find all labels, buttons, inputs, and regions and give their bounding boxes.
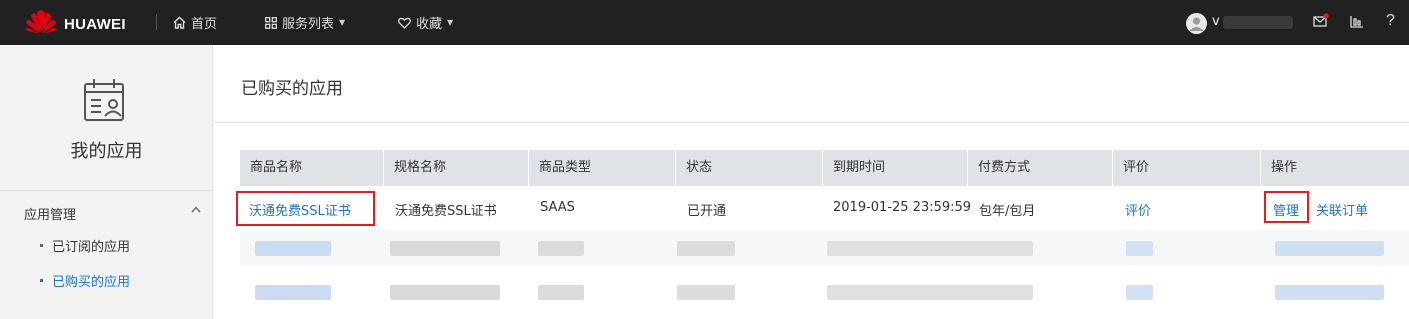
- caret-down-icon: ▼: [339, 18, 346, 27]
- bullet-dot: [40, 279, 43, 282]
- payment-method: 包年/包月: [979, 204, 1036, 219]
- sidebar-item-label: 已购买的应用: [52, 275, 131, 290]
- chevron-up-icon[interactable]: [191, 203, 201, 216]
- redacted-cell: [255, 241, 331, 256]
- redacted-cell: [677, 285, 735, 300]
- table-row-redacted: [240, 266, 1409, 318]
- user-avatar[interactable]: [1186, 13, 1207, 34]
- redacted-cell: [1126, 285, 1153, 300]
- expiry-time: 2019-01-25 23:59:59: [833, 200, 972, 215]
- sidebar-item-subscribed-apps[interactable]: 已订阅的应用: [40, 236, 130, 255]
- app-document-icon: [81, 76, 129, 128]
- product-type: SAAS: [540, 200, 575, 215]
- page-title: 已购买的应用: [241, 79, 343, 99]
- column-header-product-name: 商品名称: [240, 150, 384, 186]
- redacted-cell: [827, 285, 1033, 300]
- redacted-cell: [1126, 241, 1153, 256]
- redacted-cell: [677, 241, 735, 256]
- redacted-cell: [390, 241, 500, 256]
- redacted-cell: [1275, 285, 1384, 300]
- sidebar-title: 我的应用: [70, 141, 143, 162]
- brand-name: HUAWEI: [64, 15, 126, 33]
- column-header-review: 评价: [1113, 150, 1261, 186]
- review-link[interactable]: 评价: [1125, 200, 1151, 219]
- mail-icon[interactable]: [1313, 13, 1329, 33]
- highlight-box: [236, 191, 375, 226]
- sidebar: 我的应用 应用管理 已订阅的应用 已购买的应用: [0, 45, 213, 319]
- bullet-dot: [40, 244, 43, 247]
- table-row: 沃通免费SSL证书 沃通免费SSL证书 SAAS 已开通 2019-01-25 …: [240, 186, 1409, 228]
- redacted-cell: [390, 285, 500, 300]
- huawei-flower-icon: [24, 9, 58, 39]
- redacted-cell: [827, 241, 1033, 256]
- related-orders-link[interactable]: 关联订单: [1316, 200, 1368, 219]
- logo-divider: [156, 14, 157, 30]
- nav-favorites[interactable]: 收藏 ▼: [398, 0, 453, 45]
- caret-down-icon: ▼: [447, 18, 454, 27]
- spec-name: 沃通免费SSL证书: [395, 204, 497, 219]
- nav-favorites-label: 收藏: [416, 17, 443, 32]
- column-header-expiry: 到期时间: [823, 150, 968, 186]
- sidebar-item-purchased-apps[interactable]: 已购买的应用: [40, 271, 130, 290]
- username-redacted: [1223, 16, 1293, 29]
- home-icon: [173, 16, 186, 29]
- huawei-logo[interactable]: HUAWEI: [24, 9, 126, 39]
- column-header-product-type: 商品类型: [529, 150, 676, 186]
- redacted-cell: [538, 241, 584, 256]
- nav-services[interactable]: 服务列表 ▼: [265, 0, 345, 45]
- column-header-status: 状态: [676, 150, 823, 186]
- bar-chart-icon[interactable]: [1350, 13, 1364, 33]
- username[interactable]: v: [1212, 14, 1220, 29]
- highlight-box: [1264, 191, 1309, 223]
- table-row-redacted: [240, 230, 1409, 266]
- title-divider: [214, 122, 1409, 123]
- help-icon[interactable]: ?: [1386, 12, 1395, 30]
- redacted-cell: [1275, 241, 1384, 256]
- sidebar-group-app-management[interactable]: 应用管理: [0, 190, 213, 230]
- top-navigation-bar: HUAWEI 首页 服务列表 ▼ 收藏 ▼ v ?: [0, 0, 1409, 45]
- nav-services-label: 服务列表: [282, 17, 335, 32]
- nav-home-label: 首页: [191, 17, 218, 32]
- nav-home[interactable]: 首页: [173, 0, 217, 45]
- status: 已开通: [687, 204, 727, 219]
- redacted-cell: [255, 285, 331, 300]
- column-header-spec-name: 规格名称: [384, 150, 529, 186]
- sidebar-group-label: 应用管理: [24, 208, 77, 223]
- column-header-actions: 操作: [1271, 160, 1298, 175]
- heart-icon: [398, 17, 411, 29]
- sidebar-item-label: 已订阅的应用: [52, 240, 131, 255]
- grid-icon: [265, 16, 277, 29]
- redacted-cell: [538, 285, 584, 300]
- column-header-payment: 付费方式: [968, 150, 1113, 186]
- table-header: 商品名称 规格名称 商品类型 状态 到期时间 付费方式 评价 操作: [240, 150, 1409, 186]
